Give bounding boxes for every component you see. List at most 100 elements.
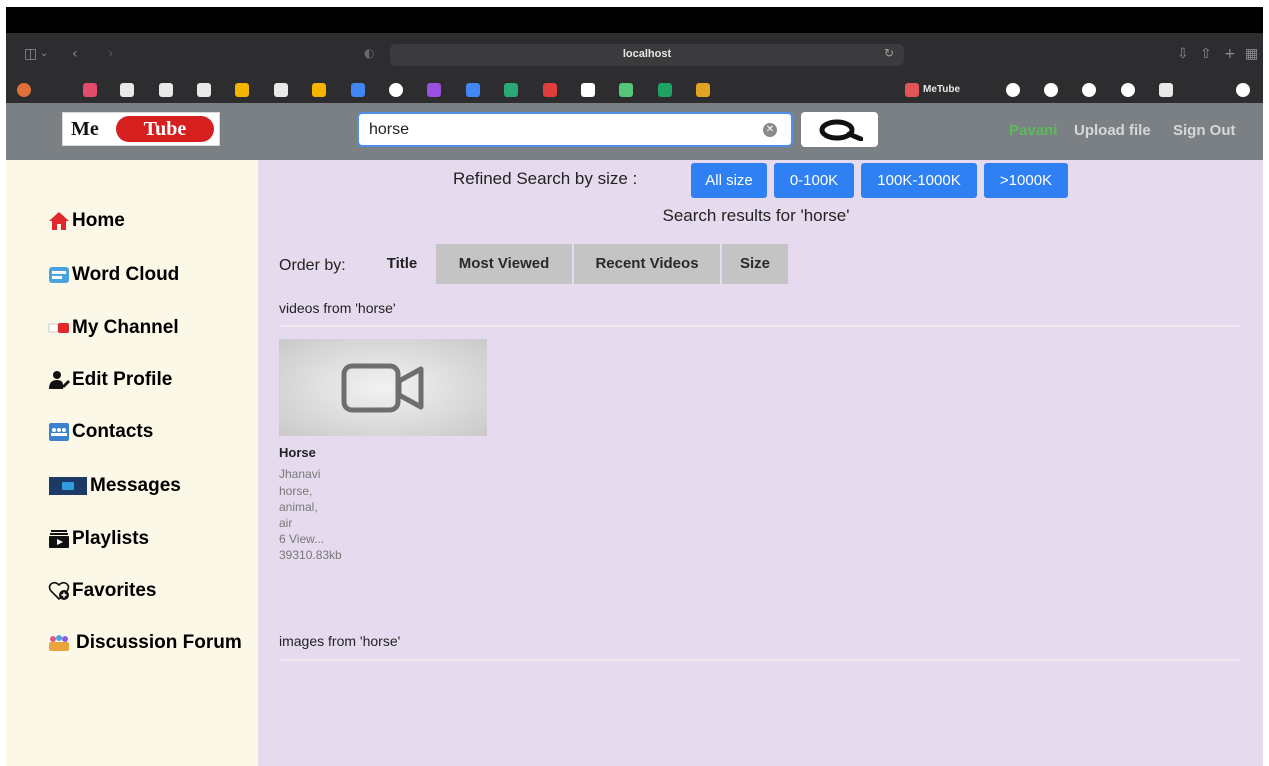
videos-section-heading: videos from 'horse' [279,300,396,316]
order-by-label: Order by: [279,257,346,274]
favorite-tab-icon[interactable] [1044,83,1058,97]
back-icon[interactable]: ‹ [72,45,78,63]
sidebar: Home Word Cloud My Channel Edit Profile … [6,160,258,766]
sidebar-item-label: Favorites [72,580,157,601]
favorite-metube[interactable]: MeTube [902,81,992,99]
contacts-icon [48,421,70,443]
sidebar-item-favorites[interactable]: Favorites [48,578,156,604]
video-title-link[interactable]: Horse [279,445,316,460]
images-section-heading: images from 'horse' [279,633,401,649]
reload-icon[interactable]: ↻ [884,46,894,60]
favorite-tab-icon[interactable] [1006,83,1020,97]
download-icon[interactable]: ⇩ [1177,45,1189,63]
logo-text-tube: Tube [116,116,214,142]
favorite-tab-icon[interactable] [1082,83,1096,97]
search-input[interactable] [369,121,749,139]
messages-icon [48,475,88,497]
new-tab-icon[interactable]: + [1224,45,1236,63]
search-button[interactable] [801,112,878,147]
sidebar-item-label: Discussion Forum [76,632,242,653]
favorite-tab-icon[interactable] [543,83,557,97]
favorite-tab-icon[interactable] [1159,83,1173,97]
forward-icon[interactable]: › [108,45,114,63]
sidebar-item-label: Edit Profile [72,369,173,390]
favorite-tab-icon[interactable] [351,83,365,97]
sidebar-item-edit-profile[interactable]: Edit Profile [48,367,172,393]
video-tag: horse, [279,484,313,498]
favorite-tab-icon[interactable] [274,83,288,97]
sidebar-toggle-icon[interactable]: ◫ [24,45,37,63]
size-filter-100k-1000k-button[interactable]: 100K-1000K [861,163,977,198]
favorite-tab-icon[interactable] [504,83,518,97]
share-icon[interactable]: ⇧ [1200,45,1212,63]
video-thumbnail[interactable] [279,339,487,436]
metube-logo[interactable]: Me Tube [62,112,220,146]
favorite-tab-icon[interactable] [581,83,595,97]
metube-favicon [905,83,919,97]
sidebar-item-label: Home [72,210,125,231]
clear-search-icon[interactable]: ✕ [763,123,777,137]
address-bar[interactable]: ◐ localhost ↻ [364,44,904,66]
search-icon [819,119,863,141]
user-name-link[interactable]: Pavani [1009,122,1057,139]
home-icon [48,210,70,232]
favorite-metube-label: MeTube [923,84,961,95]
favorite-tab-icon[interactable] [427,83,441,97]
youtube-icon [48,317,70,339]
video-size: 39310.83kb [279,548,342,562]
favorite-tab-icon[interactable] [466,83,480,97]
favorite-tab-icon[interactable] [696,83,710,97]
main-content: Refined Search by size : All size 0-100K… [258,160,1263,766]
favorite-tab-icon[interactable] [389,83,403,97]
sidebar-item-word-cloud[interactable]: Word Cloud [48,262,179,288]
tab-order-recent-videos[interactable]: Recent Videos [574,244,720,284]
favorite-tab-icon[interactable] [120,83,134,97]
sidebar-item-playlists[interactable]: Playlists [48,526,149,552]
url-text: localhost [622,48,672,60]
screen: ◫ ⌄ ‹ › ◐ localhost ↻ ⇩ ⇧ + ▦ MeTube Me … [0,0,1269,766]
sidebar-item-label: Playlists [72,528,150,549]
forum-icon [48,632,70,654]
sidebar-item-my-channel[interactable]: My Channel [48,315,179,341]
menu-bar [6,7,1263,33]
favorite-tab-icon[interactable] [1121,83,1135,97]
favorite-tab-icon[interactable] [17,83,31,97]
favorite-tab-icon[interactable] [197,83,211,97]
chevron-down-icon[interactable]: ⌄ [40,45,48,63]
heart-add-icon [48,580,70,602]
video-author: Jhanavi [279,467,321,481]
sidebar-item-contacts[interactable]: Contacts [48,419,153,445]
size-filter-all-button[interactable]: All size [691,163,767,198]
video-views: 6 View... [279,532,325,546]
favorite-tab-icon[interactable] [83,83,97,97]
favorite-tab-icon[interactable] [312,83,326,97]
tab-order-most-viewed[interactable]: Most Viewed [436,244,572,284]
size-filter-over-1000k-button[interactable]: >1000K [984,163,1068,198]
favorite-tab-icon[interactable] [658,83,672,97]
upload-file-link[interactable]: Upload file [1074,122,1151,139]
results-title: Search results for 'horse' [662,206,850,225]
browser-toolbar: ◫ ⌄ ‹ › ◐ localhost ↻ ⇩ ⇧ + ▦ [6,33,1263,75]
video-camera-icon [341,363,424,413]
favorite-tab-icon[interactable] [1236,83,1250,97]
size-filter-0-100k-button[interactable]: 0-100K [774,163,854,198]
sidebar-item-discussion-forum[interactable]: Discussion Forum [48,630,242,656]
playlist-icon [48,528,70,550]
video-tag: animal, [279,500,318,514]
sidebar-item-label: My Channel [72,317,179,338]
sidebar-item-messages[interactable]: Messages [48,473,181,499]
section-divider [279,659,1241,661]
sidebar-item-home[interactable]: Home [48,208,125,234]
favorite-tab-icon[interactable] [619,83,633,97]
sidebar-item-label: Messages [90,475,181,496]
favorite-tab-icon[interactable] [235,83,249,97]
privacy-shield-icon[interactable]: ◐ [364,46,374,60]
sign-out-link[interactable]: Sign Out [1173,122,1236,139]
favorite-tab-icon[interactable] [159,83,173,97]
tab-overview-icon[interactable]: ▦ [1245,45,1258,63]
tab-order-title[interactable]: Title [368,244,436,284]
search-box: ✕ [357,112,793,147]
favorites-bar: MeTube [6,79,1263,101]
logo-text-me: Me [71,118,99,140]
tab-order-size[interactable]: Size [722,244,788,284]
